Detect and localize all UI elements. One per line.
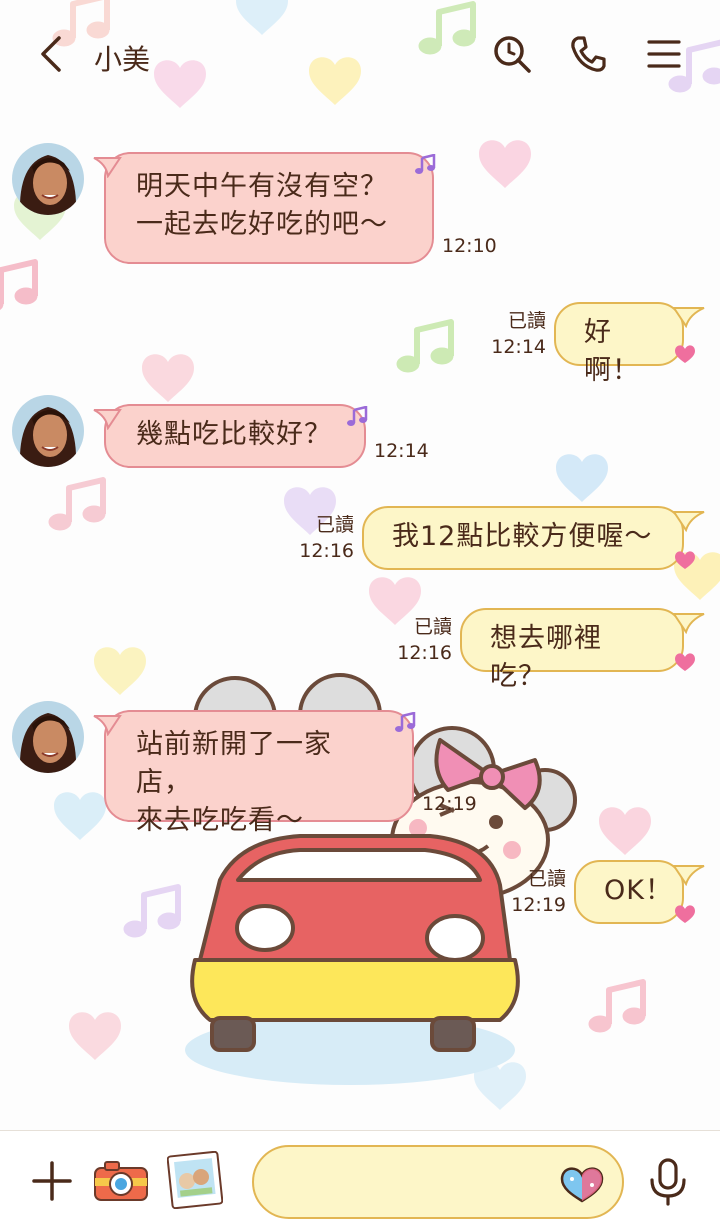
music-note-icon xyxy=(415,154,436,174)
avatar[interactable] xyxy=(12,701,84,773)
chat-title[interactable]: 小美 xyxy=(94,38,150,78)
camera-icon[interactable] xyxy=(92,1153,150,1209)
bubble-tail xyxy=(672,865,705,886)
heart-icon xyxy=(675,653,695,671)
message-bubble[interactable]: 明天中午有沒有空？ 一起去吃好吃的吧～ xyxy=(104,152,434,264)
phone-icon[interactable] xyxy=(566,32,610,76)
music-note-icon xyxy=(347,406,368,426)
message-text: OK！ xyxy=(604,875,673,906)
heart-icon xyxy=(675,551,695,569)
message-text: 想去哪裡吃？ xyxy=(490,623,602,692)
message-outgoing: 已讀 12:19 OK！ xyxy=(0,856,720,928)
message-input[interactable] xyxy=(252,1145,624,1219)
back-icon[interactable] xyxy=(30,32,74,76)
bubble-tail xyxy=(93,715,122,736)
message-bubble[interactable]: 我12點比較方便喔～ xyxy=(362,506,684,570)
bubble-tail xyxy=(672,307,705,328)
message-bubble[interactable]: 想去哪裡吃？ xyxy=(460,608,684,692)
plus-icon[interactable] xyxy=(28,1157,76,1205)
message-incoming: 幾點吃比較好？ 12:14 xyxy=(0,392,720,472)
read-receipt: 已讀 12:19 xyxy=(511,868,566,916)
message-outgoing: 已讀 12:16 想去哪裡吃？ xyxy=(0,604,720,692)
message-bubble[interactable]: OK！ xyxy=(574,860,684,924)
chat-header: 小美 xyxy=(0,0,720,108)
message-incoming: 站前新開了一家店， 來去吃吃看～ 12:19 xyxy=(0,698,720,836)
read-receipt: 已讀 12:14 xyxy=(491,310,546,358)
message-text: 我12點比較方便喔～ xyxy=(392,521,653,552)
heart-icon xyxy=(675,905,695,923)
avatar[interactable] xyxy=(12,395,84,467)
message-text: 明天中午有沒有空？ 一起去吃好吃的吧～ xyxy=(136,171,388,240)
heart-icon[interactable] xyxy=(560,1165,604,1207)
heart-icon xyxy=(675,345,695,363)
message-outgoing: 已讀 12:16 我12點比較方便喔～ xyxy=(0,502,720,574)
message-time: 12:19 xyxy=(422,793,477,815)
avatar[interactable] xyxy=(12,143,84,215)
read-receipt: 已讀 12:16 xyxy=(299,514,354,562)
message-text: 站前新開了一家店， 來去吃吃看～ xyxy=(136,729,332,836)
bubble-tail xyxy=(93,157,122,178)
message-time: 12:14 xyxy=(374,440,429,462)
microphone-icon[interactable] xyxy=(644,1155,692,1209)
photo-icon[interactable] xyxy=(166,1149,224,1211)
message-time: 12:10 xyxy=(442,235,497,257)
music-note-icon xyxy=(395,712,416,732)
message-bubble[interactable]: 站前新開了一家店， 來去吃吃看～ xyxy=(104,710,414,836)
bubble-tail xyxy=(672,613,705,634)
message-text: 好啊！ xyxy=(584,317,640,386)
message-incoming: 明天中午有沒有空？ 一起去吃好吃的吧～ 12:10 xyxy=(0,140,720,270)
message-bubble[interactable]: 好啊！ xyxy=(554,302,684,386)
bubble-tail xyxy=(672,511,705,532)
menu-icon[interactable] xyxy=(642,32,686,76)
message-bubble[interactable]: 幾點吃比較好？ xyxy=(104,404,366,468)
read-receipt: 已讀 12:16 xyxy=(397,616,452,664)
bubble-tail xyxy=(93,409,122,430)
message-text: 幾點吃比較好？ xyxy=(136,419,332,450)
search-icon[interactable] xyxy=(490,32,534,76)
chat-input-bar xyxy=(0,1130,720,1232)
message-outgoing: 已讀 12:14 好啊！ xyxy=(0,298,720,386)
